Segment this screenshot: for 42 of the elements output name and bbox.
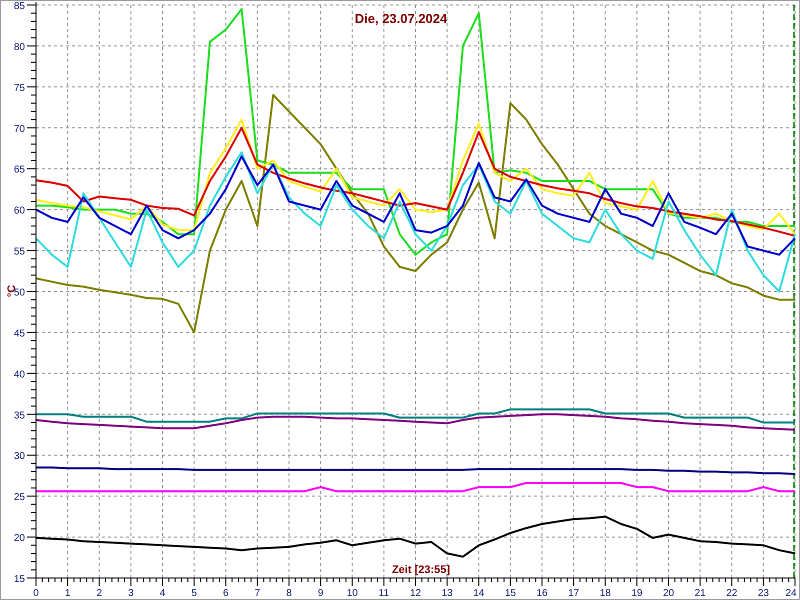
- axis-tick-label: 24: [785, 588, 797, 599]
- axis-title: Zeit [23:55]: [392, 564, 450, 576]
- axis-tick-label: 6: [222, 588, 229, 599]
- axis-tick-label: 35: [14, 410, 25, 422]
- axis-tick-label: 25: [14, 492, 25, 504]
- axis-tick-label: 19: [631, 588, 642, 599]
- axis-tick-label: 3: [128, 588, 134, 599]
- axis-tick-label: 85: [14, 1, 25, 12]
- axis-tick-label: 0: [33, 588, 39, 599]
- axis-tick-label: 50: [14, 288, 25, 298]
- axis-tick-label: 9: [318, 588, 324, 599]
- axis-tick-label: 15: [14, 574, 25, 585]
- axis-tick-label: 65: [14, 164, 25, 176]
- axis-tick-label: 30: [14, 451, 25, 462]
- axis-tick-label: 2: [96, 588, 102, 599]
- axis-tick-label: 8: [286, 588, 292, 599]
- axis-tick-label: 20: [662, 588, 674, 599]
- axis-tick-label: 23: [758, 588, 769, 599]
- axis-tick-label: 18: [600, 588, 611, 599]
- axis-tick-label: 11: [378, 588, 390, 599]
- axis-tick-label: 14: [473, 588, 484, 599]
- axis-tick-label: 21: [694, 588, 706, 599]
- axis-tick-label: 16: [536, 588, 548, 599]
- chart-title: Die, 23.07.2024: [354, 11, 448, 26]
- axis-tick-label: 20: [14, 533, 25, 544]
- axis-tick-label: 12: [410, 588, 422, 599]
- axis-tick-label: 13: [442, 588, 453, 599]
- axis-tick-label: 55: [14, 246, 25, 258]
- axis-tick-label: 5: [191, 588, 197, 599]
- axis-tick-label: 75: [14, 82, 25, 94]
- axis-tick-label: 7: [254, 588, 260, 599]
- axis-tick-label: 4: [160, 588, 166, 599]
- axis-tick-label: 45: [14, 328, 25, 340]
- axis-tick-label: 1: [64, 588, 70, 599]
- axis-tick-label: 22: [726, 588, 738, 599]
- axis-tick-label: 15: [504, 588, 516, 599]
- axis-tick-label: 60: [14, 206, 25, 217]
- axis-tick-label: 10: [346, 588, 358, 599]
- axis-tick-label: 17: [568, 588, 580, 599]
- axis-tick-label: 70: [14, 124, 25, 135]
- axis-tick-label: 40: [14, 369, 25, 380]
- axis-tick-label: 80: [14, 42, 25, 53]
